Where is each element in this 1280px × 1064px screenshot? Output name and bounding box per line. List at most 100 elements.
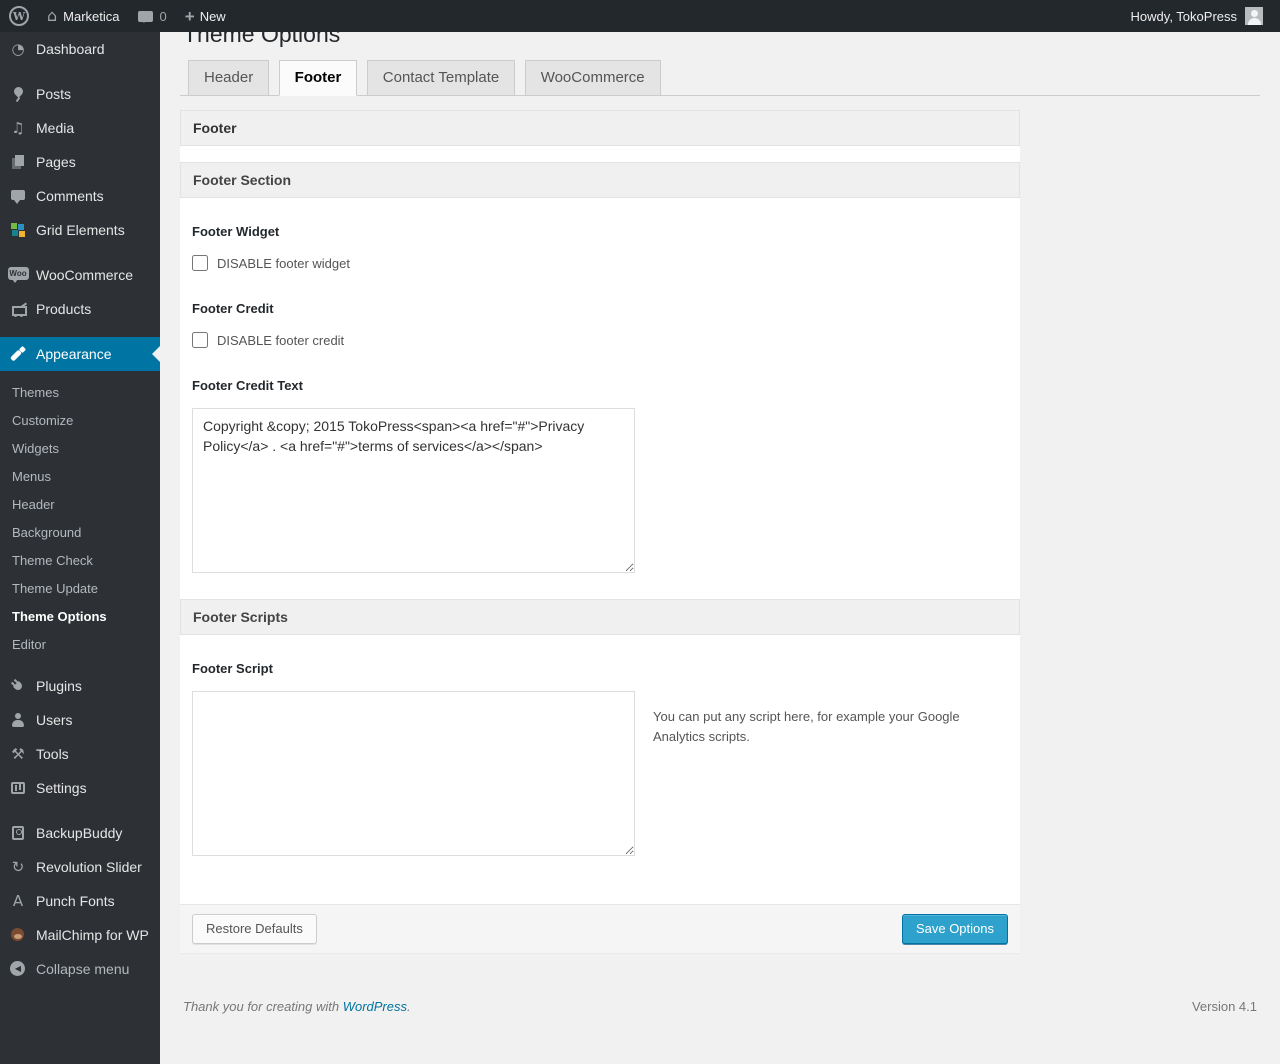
version-label: Version 4.1: [1191, 999, 1257, 1014]
admin-footer: Thank you for creating with WordPress. V…: [180, 999, 1260, 1026]
plus-icon: +: [184, 6, 195, 26]
submenu-item-background[interactable]: Background: [0, 519, 160, 547]
sidebar-item-media[interactable]: ♫ Media: [0, 111, 160, 145]
group-header-footer: Footer: [180, 110, 1020, 146]
submenu-item-theme-options[interactable]: Theme Options: [0, 603, 160, 631]
sidebar-item-mailchimp[interactable]: MailChimp for WP: [0, 918, 160, 952]
sidebar-item-punch-fonts[interactable]: A Punch Fonts: [0, 884, 160, 918]
sidebar-item-collapse-menu[interactable]: ◀ Collapse menu: [0, 952, 160, 986]
footer-script-help-text: You can put any script here, for example…: [653, 709, 960, 745]
comments-menu[interactable]: 0: [129, 0, 176, 32]
footer-scripts-body: Footer Script You can put any script her…: [180, 661, 1020, 904]
footer-section-body: Footer Widget DISABLE footer widget Foot…: [180, 224, 1020, 599]
sidebar-item-woocommerce[interactable]: Woo WooCommerce: [0, 258, 160, 292]
sidebar-item-posts[interactable]: Posts: [0, 77, 160, 111]
sidebar-item-grid-elements[interactable]: Grid Elements: [0, 213, 160, 247]
pages-icon: [10, 154, 26, 170]
tab-bar: Header Footer Contact Template WooCommer…: [180, 60, 1260, 96]
panel-action-bar: Restore Defaults Save Options: [180, 904, 1020, 953]
footer-script-textarea[interactable]: [192, 691, 635, 856]
sidebar-item-comments[interactable]: Comments: [0, 179, 160, 213]
plug-icon: [7, 675, 30, 698]
pushpin-icon: [10, 86, 26, 102]
footer-credit-label: Footer Credit: [192, 301, 274, 316]
sidebar-item-tools[interactable]: ⚒ Tools: [0, 737, 160, 771]
home-icon: ⌂: [47, 6, 58, 25]
submenu-item-header[interactable]: Header: [0, 491, 160, 519]
footer-script-row: You can put any script here, for example…: [192, 676, 1008, 856]
sidebar-item-products[interactable]: Products: [0, 292, 160, 326]
wordpress-logo-menu[interactable]: W: [0, 0, 38, 32]
admin-sidebar: ◔ Dashboard Posts ♫ Media Pages Comments…: [0, 32, 160, 1064]
comment-bubble-icon: [10, 188, 26, 204]
menu-separator: [0, 805, 160, 816]
menu-separator: [0, 247, 160, 258]
footer-widget-label: Footer Widget: [192, 224, 280, 239]
appearance-submenu: Themes Customize Widgets Menus Header Ba…: [0, 371, 160, 669]
restore-defaults-button[interactable]: Restore Defaults: [192, 914, 317, 944]
footer-script-label: Footer Script: [192, 661, 273, 676]
howdy-label: Howdy, TokoPress: [1130, 8, 1237, 24]
disable-footer-credit-text: DISABLE footer credit: [217, 332, 345, 348]
section-header-footer-section: Footer Section: [180, 162, 1020, 198]
submenu-item-widgets[interactable]: Widgets: [0, 435, 160, 463]
sidebar-item-users[interactable]: Users: [0, 703, 160, 737]
comment-bubble-icon: [137, 10, 153, 23]
collapse-arrow-icon: ◀: [10, 961, 26, 977]
woocommerce-badge-icon: Woo: [7, 266, 29, 284]
submenu-item-theme-update[interactable]: Theme Update: [0, 575, 160, 603]
sidebar-item-appearance[interactable]: Appearance: [0, 337, 160, 371]
sidebar-item-plugins[interactable]: Plugins: [0, 669, 160, 703]
footer-thanks-text: Thank you for creating with WordPress.: [183, 999, 411, 1014]
footer-credit-text-label: Footer Credit Text: [192, 378, 303, 393]
new-content-menu[interactable]: + New: [176, 0, 235, 32]
section-header-footer-scripts: Footer Scripts: [180, 599, 1020, 635]
dashboard-icon: ◔: [11, 39, 25, 58]
disable-footer-credit-checkbox[interactable]: [192, 332, 208, 348]
grid-elements-icon: [10, 222, 26, 238]
sidebar-item-dashboard[interactable]: ◔ Dashboard: [0, 32, 160, 66]
paintbrush-icon: [10, 346, 26, 362]
tab-contact-template[interactable]: Contact Template: [366, 60, 516, 96]
submenu-item-customize[interactable]: Customize: [0, 407, 160, 435]
disable-footer-credit-row[interactable]: DISABLE footer credit: [192, 332, 1008, 348]
tab-footer[interactable]: Footer: [278, 60, 358, 96]
backup-drive-icon: [10, 825, 26, 841]
person-icon: [10, 712, 26, 728]
new-label: New: [199, 8, 226, 24]
submenu-item-theme-check[interactable]: Theme Check: [0, 547, 160, 575]
submenu-item-themes[interactable]: Themes: [0, 379, 160, 407]
tab-header[interactable]: Header: [188, 60, 270, 96]
settings-sliders-icon: [10, 780, 26, 796]
site-name-menu[interactable]: ⌂ Marketica: [38, 0, 129, 32]
refresh-arrows-icon: ↻: [11, 857, 25, 876]
sidebar-item-settings[interactable]: Settings: [0, 771, 160, 805]
media-icon: ♫: [11, 118, 25, 137]
disable-footer-widget-row[interactable]: DISABLE footer widget: [192, 255, 1008, 271]
monkey-icon: [10, 927, 26, 943]
wordpress-link[interactable]: WordPress: [343, 999, 407, 1014]
tab-woocommerce[interactable]: WooCommerce: [524, 60, 661, 96]
sidebar-item-pages[interactable]: Pages: [0, 145, 160, 179]
site-name-label: Marketica: [63, 8, 120, 24]
footer-credit-text-textarea[interactable]: Copyright &copy; 2015 TokoPress<span><a …: [192, 408, 635, 573]
submenu-item-menus[interactable]: Menus: [0, 463, 160, 491]
letter-a-icon: A: [12, 891, 24, 910]
theme-options-panel: Footer Footer Section Footer Widget DISA…: [180, 110, 1020, 953]
main-content: Theme Options Header Footer Contact Temp…: [160, 0, 1280, 1026]
submenu-item-editor[interactable]: Editor: [0, 631, 160, 659]
admin-bar: W ⌂ Marketica 0 + New Howdy, TokoPress: [0, 0, 1280, 32]
sidebar-item-backupbuddy[interactable]: BackupBuddy: [0, 816, 160, 850]
disable-footer-widget-text: DISABLE footer widget: [217, 255, 350, 271]
menu-separator: [0, 326, 160, 337]
save-options-button[interactable]: Save Options: [901, 914, 1008, 944]
tools-icon: ⚒: [11, 744, 25, 763]
sidebar-item-revolution-slider[interactable]: ↻ Revolution Slider: [0, 850, 160, 884]
my-account-menu[interactable]: Howdy, TokoPress: [1122, 0, 1272, 32]
wordpress-logo-icon: W: [9, 6, 29, 26]
disable-footer-widget-checkbox[interactable]: [192, 255, 208, 271]
cart-icon: [10, 301, 27, 317]
avatar: [1245, 7, 1263, 25]
comment-count: 0: [159, 8, 167, 24]
panel-spacer: [180, 146, 1020, 162]
